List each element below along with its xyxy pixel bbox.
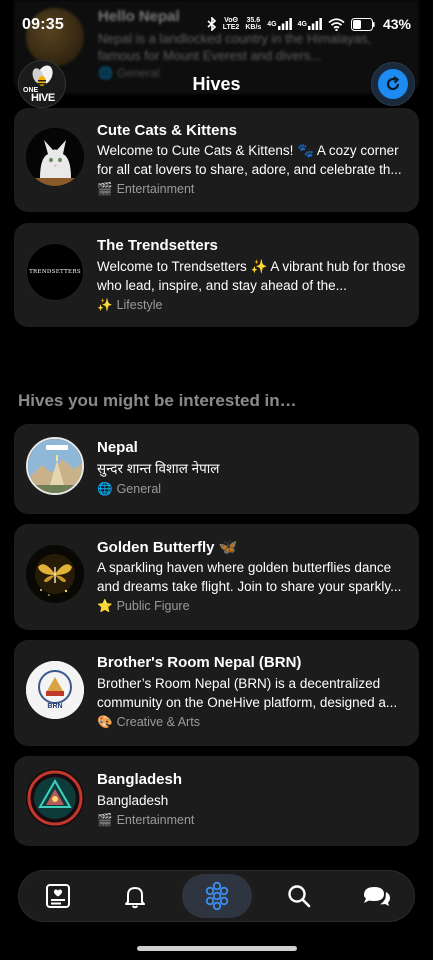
hive-icon: [205, 881, 228, 911]
cat-avatar-icon: [26, 128, 84, 186]
brn-avatar-icon: [26, 661, 84, 719]
status-icons: Voʘ LTE2 35.6 KB/s 4G 4G 43%: [207, 16, 411, 32]
hive-avatar: [26, 437, 84, 495]
hive-category-label: Creative & Arts: [116, 715, 200, 729]
home-indicator[interactable]: [137, 946, 297, 951]
hive-description: Welcome to Cute Cats & Kittens! 🐾 A cozy…: [97, 143, 402, 177]
hive-avatar: [26, 769, 84, 827]
volte-indicator: Voʘ LTE2: [223, 17, 240, 31]
hive-category-label: Lifestyle: [116, 298, 163, 312]
hive-category-label: Entertainment: [116, 813, 195, 827]
nepal-avatar-icon: [28, 439, 82, 493]
bottom-navigation: [18, 870, 415, 922]
search-icon: [287, 885, 310, 908]
hive-title: Nepal: [97, 439, 138, 456]
wifi-icon: [328, 17, 345, 31]
hive-category: ⭐ Public Figure: [97, 599, 190, 614]
hive-category-label: General: [116, 482, 162, 496]
bell-icon: [124, 887, 145, 909]
hive-category-label: Public Figure: [116, 599, 190, 613]
refresh-icon: [378, 69, 408, 99]
hive-description: Brother’s Room Nepal (BRN) is a decentra…: [97, 676, 398, 710]
hive-category: 🎬 Entertainment: [97, 182, 194, 197]
hive-card-trendsetters[interactable]: TRENDSETTERS The Trendsetters Welcome to…: [14, 223, 419, 327]
sparkles-icon: ✨: [97, 298, 113, 312]
globe-icon: 🌐: [97, 482, 113, 496]
refresh-button[interactable]: [371, 62, 415, 106]
butterfly-avatar-icon: [26, 545, 84, 603]
hive-category-label: Entertainment: [116, 182, 195, 196]
hive-avatar: [26, 128, 84, 186]
hive-title: The Trendsetters: [97, 237, 218, 254]
nav-hives[interactable]: [181, 874, 252, 918]
signal-1-label: 4G: [267, 20, 277, 28]
speed-unit: KB/s: [245, 24, 262, 31]
hive-category: 🎬 Entertainment: [97, 813, 194, 828]
hive-card-brothers-room-nepal[interactable]: BRN Brother's Room Nepal (BRN) Brother’s…: [14, 640, 419, 746]
hive-card-nepal[interactable]: Nepal सुन्दर शान्त विशाल नेपाल 🌐 General: [14, 424, 419, 514]
signal-1-icon: 4G: [267, 18, 292, 30]
hive-title: Brother's Room Nepal (BRN): [97, 654, 302, 671]
speed-value: 35.6: [246, 17, 261, 24]
signal-2-label: 4G: [297, 20, 307, 28]
clapperboard-icon: 🎬: [97, 813, 113, 827]
bluetooth-icon: [207, 17, 217, 31]
trendsetters-logo-text: TRENDSETTERS: [29, 269, 81, 275]
hive-card-cute-cats[interactable]: Cute Cats & Kittens Welcome to Cute Cats…: [14, 108, 419, 212]
hive-card-golden-butterfly[interactable]: Golden Butterfly 🦋 A sparkling haven whe…: [14, 524, 419, 630]
status-bar: 09:35 Voʘ LTE2 35.6 KB/s 4G 4G 43%: [0, 0, 433, 50]
brn-logo-text: BRN: [47, 703, 63, 710]
hive-description: Welcome to Trendsetters ✨ A vibrant hub …: [97, 259, 406, 293]
hive-category: ✨ Lifestyle: [97, 298, 162, 313]
nav-messages[interactable]: [346, 874, 406, 918]
hive-title: Bangladesh: [97, 771, 183, 788]
clapperboard-icon: 🎬: [97, 182, 113, 196]
hive-description: A sparkling haven where golden butterfli…: [97, 560, 402, 594]
chat-icon: [363, 887, 390, 906]
bangladesh-avatar-icon: [26, 769, 84, 827]
hive-category: 🎨 Creative & Arts: [97, 715, 200, 730]
feed-icon: [45, 884, 70, 908]
star-icon: ⭐: [97, 599, 113, 613]
hive-title: Cute Cats & Kittens: [97, 122, 238, 139]
status-time: 09:35: [22, 16, 64, 33]
hive-avatar: BRN: [26, 661, 84, 719]
nav-notifications[interactable]: [105, 874, 165, 918]
network-speed: 35.6 KB/s: [245, 17, 261, 31]
battery-icon: [350, 17, 375, 31]
suggested-section-title: Hives you might be interested in…: [18, 391, 297, 410]
palette-icon: 🎨: [97, 715, 113, 729]
nav-feed[interactable]: [28, 874, 88, 918]
hive-description: Bangladesh: [97, 793, 169, 808]
lte-label: LTE2: [222, 24, 240, 31]
volte-label: Voʘ: [224, 17, 238, 24]
hive-avatar: [26, 545, 84, 603]
hive-title: Golden Butterfly 🦋: [97, 539, 238, 556]
page-title: Hives: [192, 74, 241, 94]
signal-2-icon: 4G: [298, 18, 322, 30]
hive-category: 🌐 General: [97, 482, 161, 497]
hive-card-bangladesh[interactable]: Bangladesh Bangladesh 🎬 Entertainment: [14, 756, 419, 846]
nav-search[interactable]: [269, 874, 329, 918]
battery-percent: 43%: [382, 16, 411, 32]
hive-description: सुन्दर शान्त विशाल नेपाल: [97, 461, 220, 476]
app-header: ONE HIVE Hives: [0, 58, 433, 114]
hive-avatar: TRENDSETTERS: [26, 243, 84, 301]
